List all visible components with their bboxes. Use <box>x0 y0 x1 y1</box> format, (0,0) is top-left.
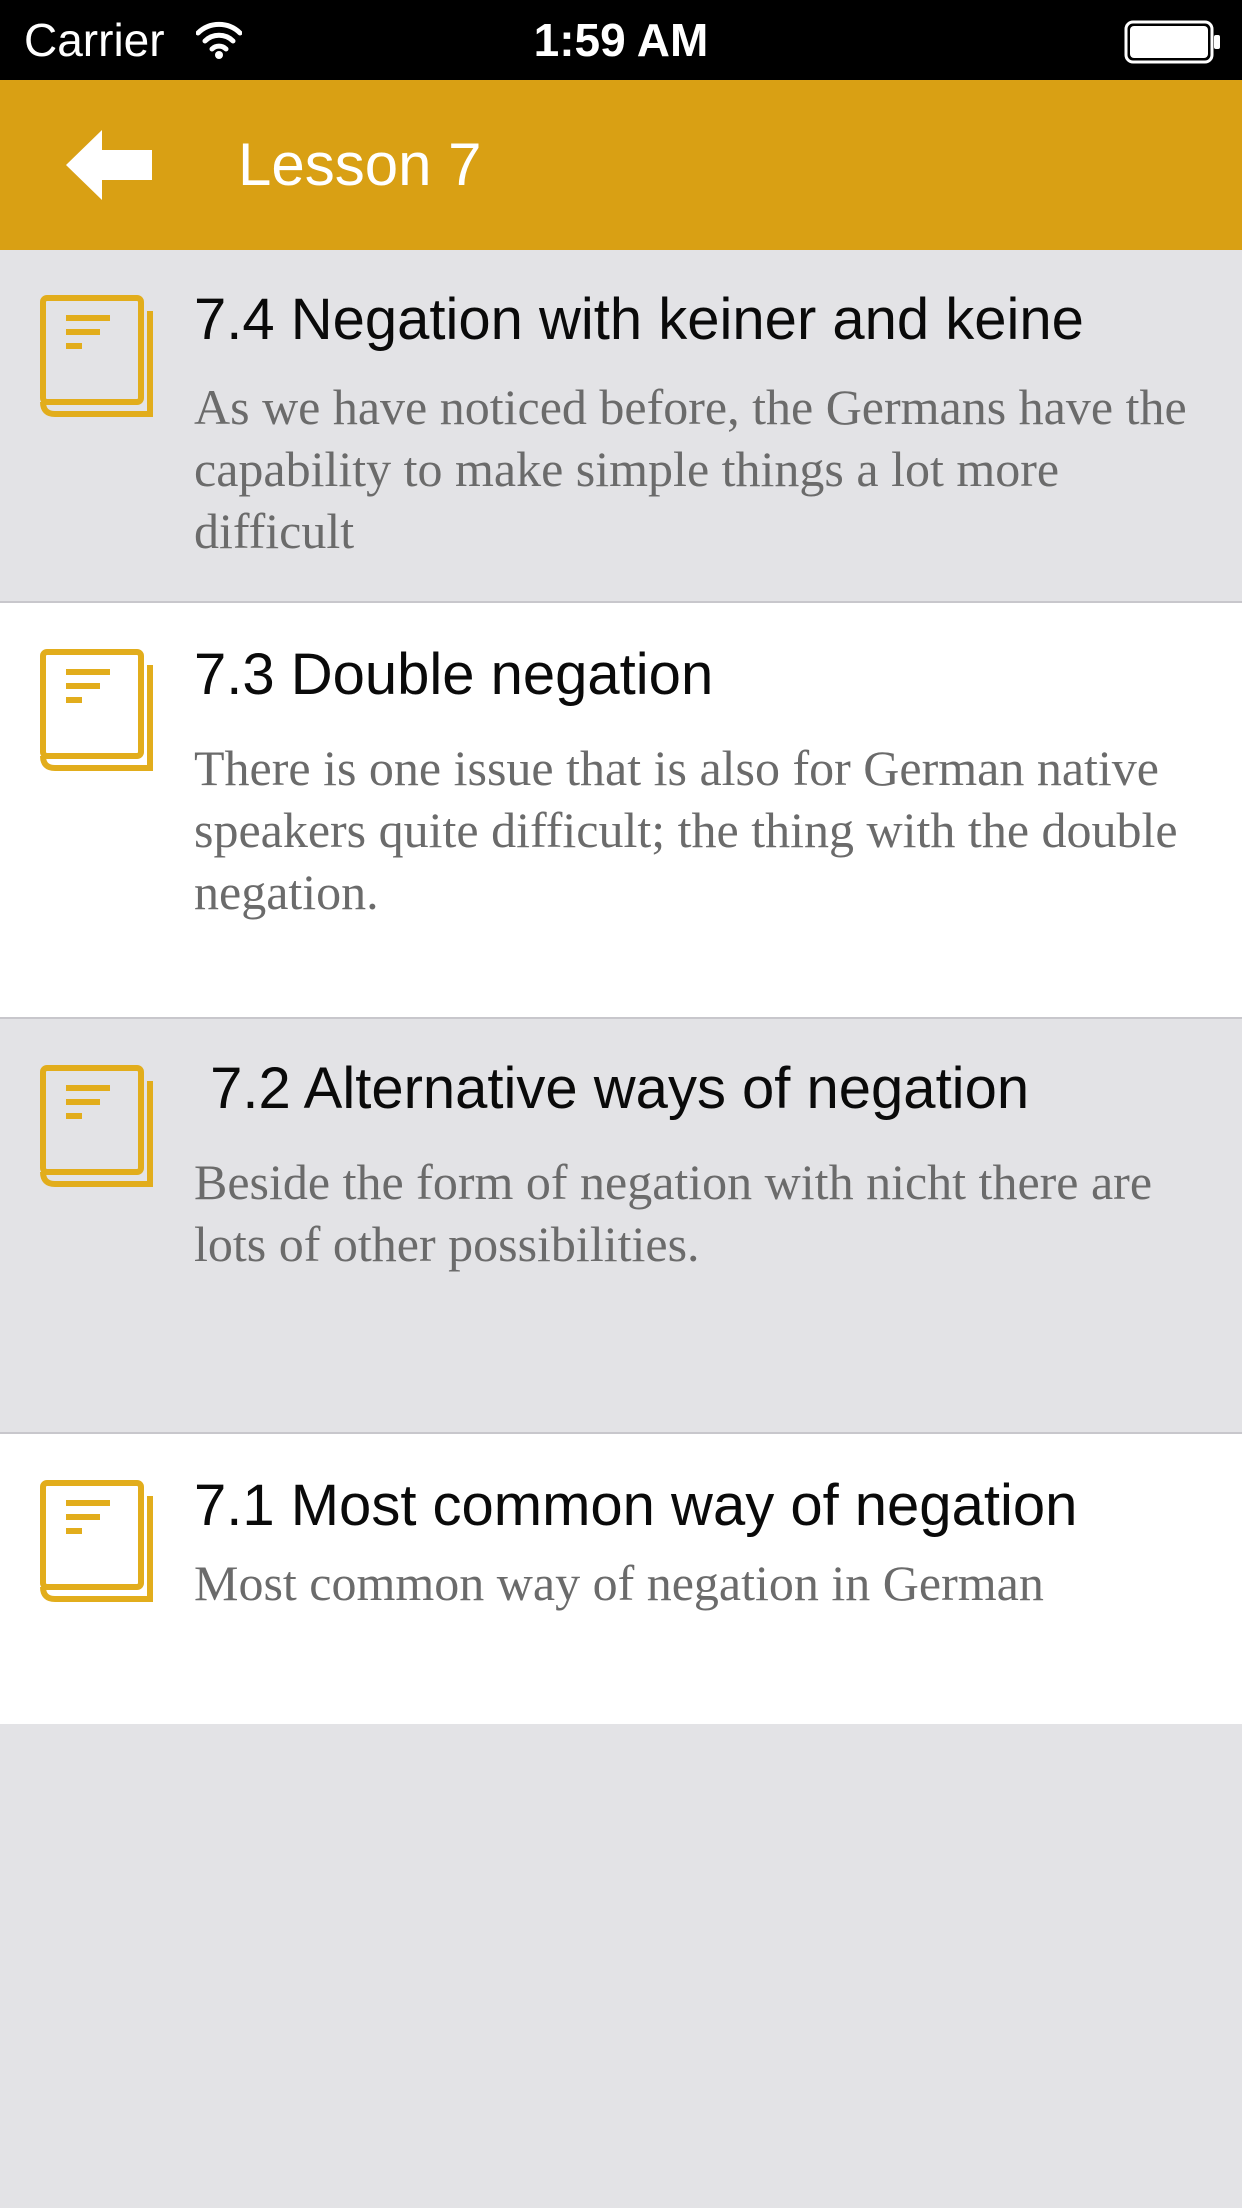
lesson-item[interactable]: 7.1 Most common way of negation Most com… <box>0 1434 1242 1724</box>
lesson-title: 7.1 Most common way of negation <box>194 1473 1078 1538</box>
lesson-description: Beside the form of negation with nicht t… <box>194 1154 1153 1272</box>
lesson-item[interactable]: 7.4 Negation with keiner and keine As we… <box>0 250 1242 603</box>
book-icon <box>40 1480 153 1602</box>
back-arrow-icon <box>66 130 152 200</box>
status-bar: Carrier 1:59 AM <box>0 0 1242 80</box>
lesson-title: 7.3 Double negation <box>194 642 714 707</box>
lesson-description: There is one issue that is also for Germ… <box>194 740 1178 920</box>
lesson-description: Most common way of negation in German <box>194 1555 1044 1611</box>
lesson-item[interactable]: 7.3 Double negation There is one issue t… <box>0 603 1242 1019</box>
status-time: 1:59 AM <box>533 14 709 66</box>
book-icon <box>40 1065 153 1187</box>
book-icon <box>40 295 153 417</box>
lesson-item[interactable]: 7.2 Alternative ways of negation Beside … <box>0 1019 1242 1434</box>
book-icon <box>40 649 153 771</box>
page-title: Lesson 7 <box>238 131 482 198</box>
navigation-bar: Lesson 7 <box>0 80 1242 250</box>
lesson-description: As we have noticed before, the Germans h… <box>194 379 1187 559</box>
lesson-title: 7.4 Negation with keiner and keine <box>194 287 1084 352</box>
lesson-title: 7.2 Alternative ways of negation <box>194 1056 1030 1121</box>
lesson-list: 7.4 Negation with keiner and keine As we… <box>0 250 1242 1724</box>
back-button[interactable] <box>40 120 180 210</box>
battery-icon <box>1124 20 1220 64</box>
